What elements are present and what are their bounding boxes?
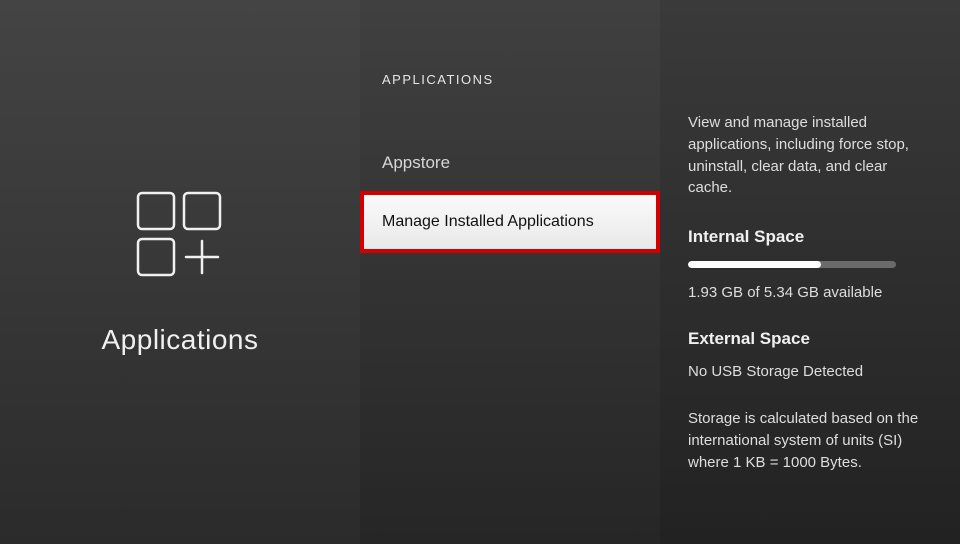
submenu-panel: APPLICATIONS Appstore Manage Installed A… bbox=[360, 0, 660, 544]
menu-item-appstore[interactable]: Appstore bbox=[360, 135, 660, 191]
left-category-panel: Applications bbox=[0, 0, 360, 544]
storage-progress-bar bbox=[688, 261, 896, 268]
storage-progress-fill bbox=[688, 261, 821, 268]
applications-icon bbox=[130, 189, 230, 294]
category-title: Applications bbox=[102, 324, 259, 356]
external-space-heading: External Space bbox=[688, 329, 930, 349]
external-status-text: No USB Storage Detected bbox=[688, 363, 930, 380]
storage-available-text: 1.93 GB of 5.34 GB available bbox=[688, 284, 930, 301]
internal-space-heading: Internal Space bbox=[688, 227, 930, 247]
description-text: View and manage installed applications, … bbox=[688, 112, 930, 199]
submenu-header: APPLICATIONS bbox=[360, 72, 660, 87]
storage-note-text: Storage is calculated based on the inter… bbox=[688, 408, 930, 473]
menu-item-manage-apps[interactable]: Manage Installed Applications bbox=[360, 191, 660, 253]
details-panel: View and manage installed applications, … bbox=[660, 0, 960, 544]
settings-screen: Applications APPLICATIONS Appstore Manag… bbox=[0, 0, 960, 544]
